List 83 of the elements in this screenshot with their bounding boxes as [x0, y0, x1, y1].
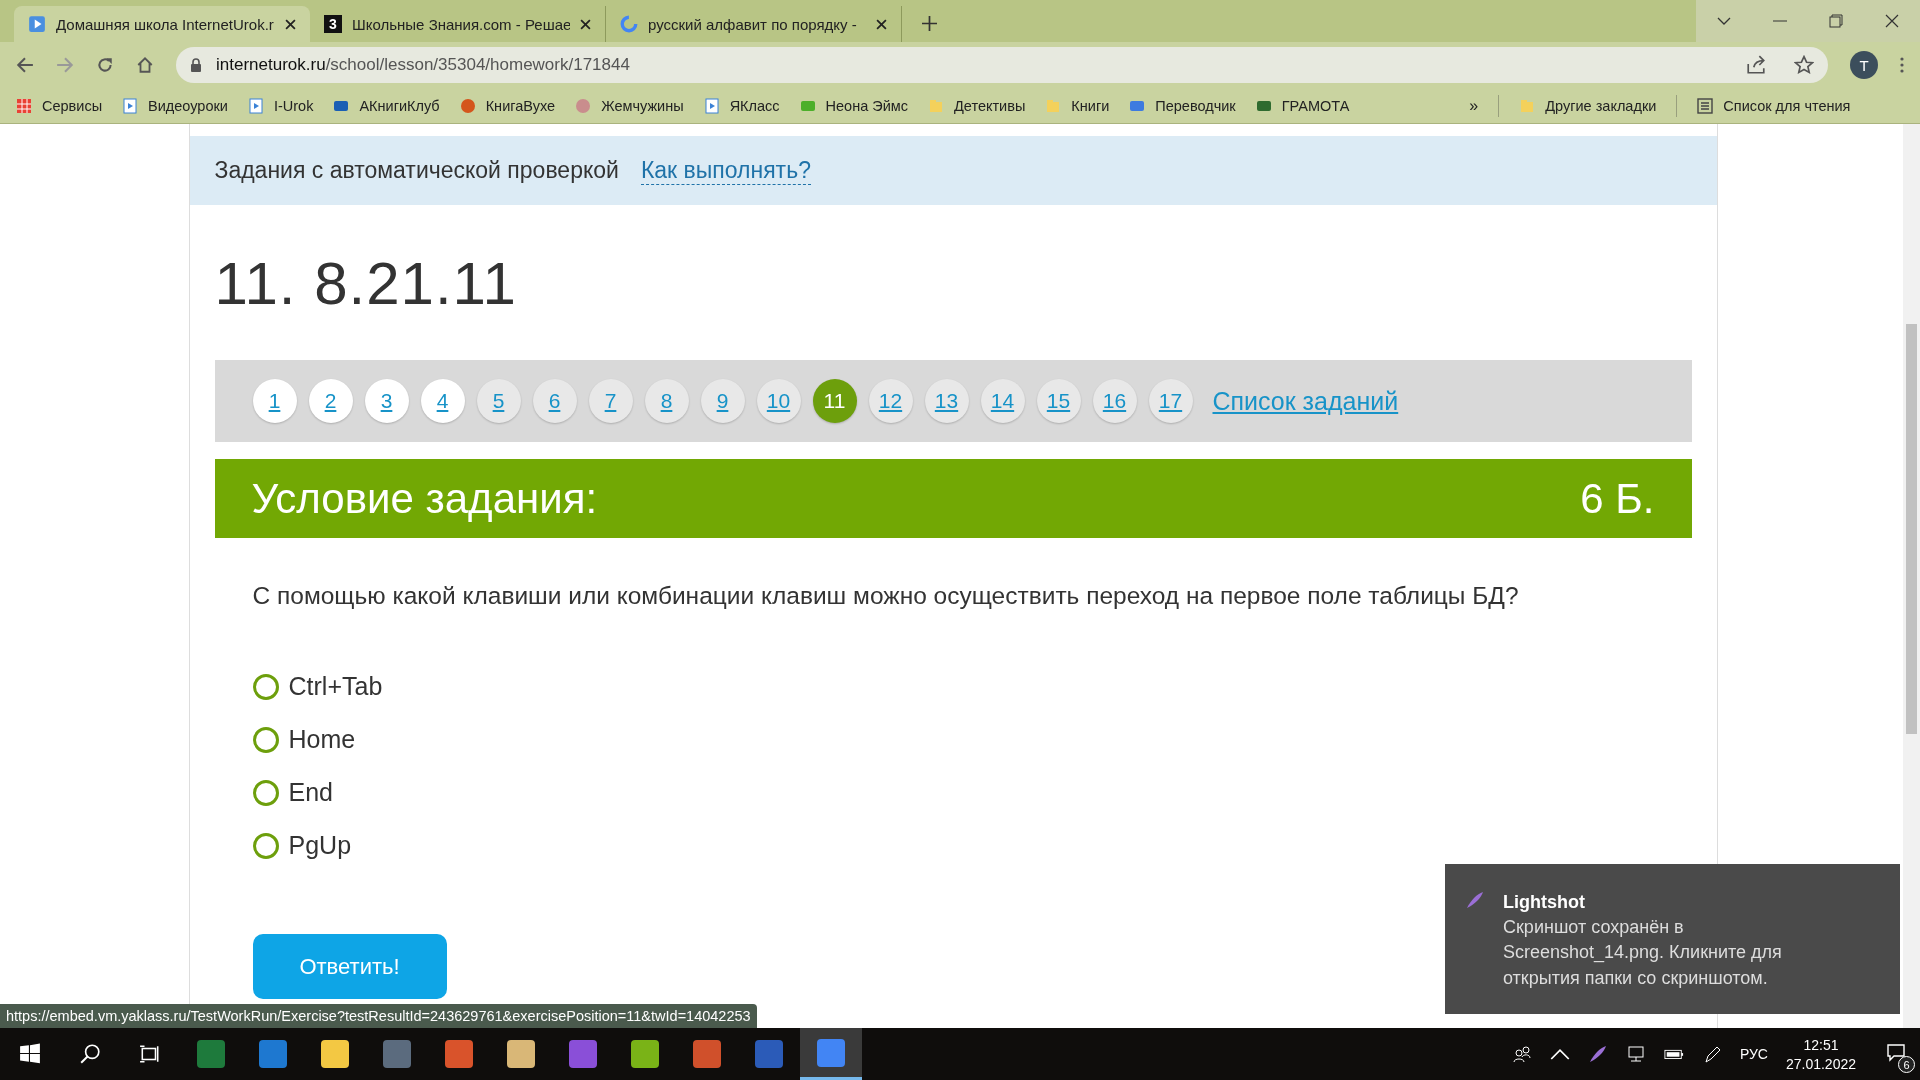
new-tab-icon[interactable]: [922, 16, 937, 31]
answer-option[interactable]: Ctrl+Tab: [252, 672, 1654, 701]
share-icon[interactable]: [1746, 55, 1766, 75]
bookmark[interactable]: Переводчик: [1129, 97, 1236, 114]
task-heading: Условие задания:: [251, 474, 598, 523]
address-bar[interactable]: interneturok.ru/school/lesson/35304/homework/171844: [176, 47, 1828, 83]
restore-icon[interactable]: [1829, 14, 1843, 28]
home-icon[interactable]: [136, 56, 154, 74]
close-icon[interactable]: [1885, 14, 1899, 28]
more-bookmarks-button[interactable]: »: [1469, 96, 1479, 115]
answer-option[interactable]: Home: [252, 725, 1654, 754]
people-icon[interactable]: [1511, 1044, 1532, 1064]
bookmark[interactable]: Детективы: [928, 97, 1026, 114]
page-link[interactable]: 3: [364, 379, 409, 423]
close-icon[interactable]: [285, 18, 296, 30]
radio-button[interactable]: [252, 726, 279, 753]
feather-icon: [1465, 890, 1485, 910]
list-icon: [1697, 97, 1714, 114]
task-number: 11. 8.21.11: [213, 249, 518, 319]
points-label: 6 Б.: [1580, 474, 1655, 523]
clock-date[interactable]: 27.01.2022: [1785, 1055, 1856, 1072]
bookmark[interactable]: ГРАМОТА: [1255, 97, 1350, 114]
question-text: С помощью какой клавиши или комбинации клавиш можно осуществить переход на первое поле таблицы БД?: [251, 581, 1520, 610]
scrollbar-thumb[interactable]: [1906, 324, 1917, 734]
lock-icon[interactable]: [190, 58, 202, 72]
url-text: interneturok.ru/school/lesson/35304/homework/171844: [216, 55, 631, 75]
bookmark-icon: [16, 97, 32, 114]
search-icon[interactable]: [79, 1043, 101, 1065]
tab-title: русский алфавит по порядку -: [648, 15, 858, 33]
folder-icon: [1045, 97, 1062, 114]
bookmark[interactable]: Книги: [1045, 97, 1110, 114]
help-link[interactable]: Как выполнять?: [640, 156, 811, 185]
bookmark[interactable]: I-Urok: [247, 97, 314, 114]
bookmark[interactable]: АКнигиКлуб: [333, 97, 440, 114]
radio-button[interactable]: [252, 673, 279, 700]
tab-title: Домашняя школа InternetUrok.r: [56, 15, 275, 33]
banner-text: Задания с автоматической проверкой: [214, 157, 619, 184]
taskbar-app[interactable]: [800, 1028, 862, 1080]
bookmark[interactable]: Неона Эймс: [799, 97, 909, 114]
answer-option[interactable]: End: [252, 778, 1654, 807]
close-icon[interactable]: [580, 18, 591, 30]
answer-option[interactable]: PgUp: [252, 831, 1654, 860]
bookmark-icon: [703, 97, 720, 114]
status-url: https://embed.vm.yaklass.ru/TestWorkRun/Exercise?testResultId=243629761&exercisePosition=11&twId=14042253: [0, 1004, 757, 1028]
folder-icon: [1519, 97, 1536, 114]
radio-button[interactable]: [252, 832, 279, 859]
back-icon[interactable]: [16, 56, 34, 74]
bookmark[interactable]: Другие закладки: [1519, 97, 1657, 114]
notification-toast[interactable]: Lightshot Скриншот сохранён в Screenshot_14.png. Кликните для открытия папки со скриншотом.: [1445, 864, 1900, 1014]
network-icon[interactable]: [1625, 1044, 1646, 1064]
google-icon: [620, 15, 638, 33]
feather-icon[interactable]: [1587, 1044, 1608, 1064]
profile-avatar[interactable]: T: [1850, 51, 1878, 79]
notification-message: Скриншот сохранён в Screenshot_14.png. Кликните для открытия папки со скриншотом.: [1503, 916, 1783, 990]
clock-time[interactable]: 12:51: [1803, 1036, 1839, 1053]
menu-icon[interactable]: [1900, 57, 1904, 73]
page-link[interactable]: 4: [420, 379, 465, 423]
browser-tab[interactable]: Домашняя школа InternetUrok.r: [14, 6, 310, 42]
bookmark[interactable]: Сервисы: [16, 97, 103, 114]
star-icon[interactable]: [1794, 55, 1814, 75]
radio-button[interactable]: [252, 779, 279, 806]
bookmark[interactable]: Жемчужины: [575, 97, 684, 114]
notifications-icon[interactable]: [1886, 1042, 1906, 1062]
bookmark[interactable]: КнигаВухе: [459, 97, 556, 114]
close-icon[interactable]: [876, 18, 887, 30]
language-indicator[interactable]: РУС: [1739, 1046, 1768, 1062]
site-logo: 3: [324, 15, 342, 33]
notification-title: Lightshot: [1503, 891, 1586, 914]
bookmark-icon: [575, 97, 592, 114]
task-view-icon[interactable]: [139, 1043, 161, 1065]
bookmark-icon: [247, 97, 264, 114]
notification-count-badge: 6: [1898, 1056, 1915, 1073]
bookmark[interactable]: Видеоуроки: [122, 97, 228, 114]
windows-start-icon[interactable]: [19, 1043, 41, 1065]
page-link[interactable]: 1: [252, 379, 297, 423]
reload-icon[interactable]: [96, 56, 114, 74]
tab-title: Школьные Знания.com - Решае: [352, 15, 570, 33]
bookmark[interactable]: ЯКласс: [703, 97, 780, 114]
folder-icon: [928, 97, 945, 114]
bookmark-icon: [122, 97, 139, 114]
reading-list-button[interactable]: Список для чтения: [1697, 97, 1851, 114]
play-icon: [28, 15, 46, 33]
bookmark-icon: [459, 97, 476, 114]
